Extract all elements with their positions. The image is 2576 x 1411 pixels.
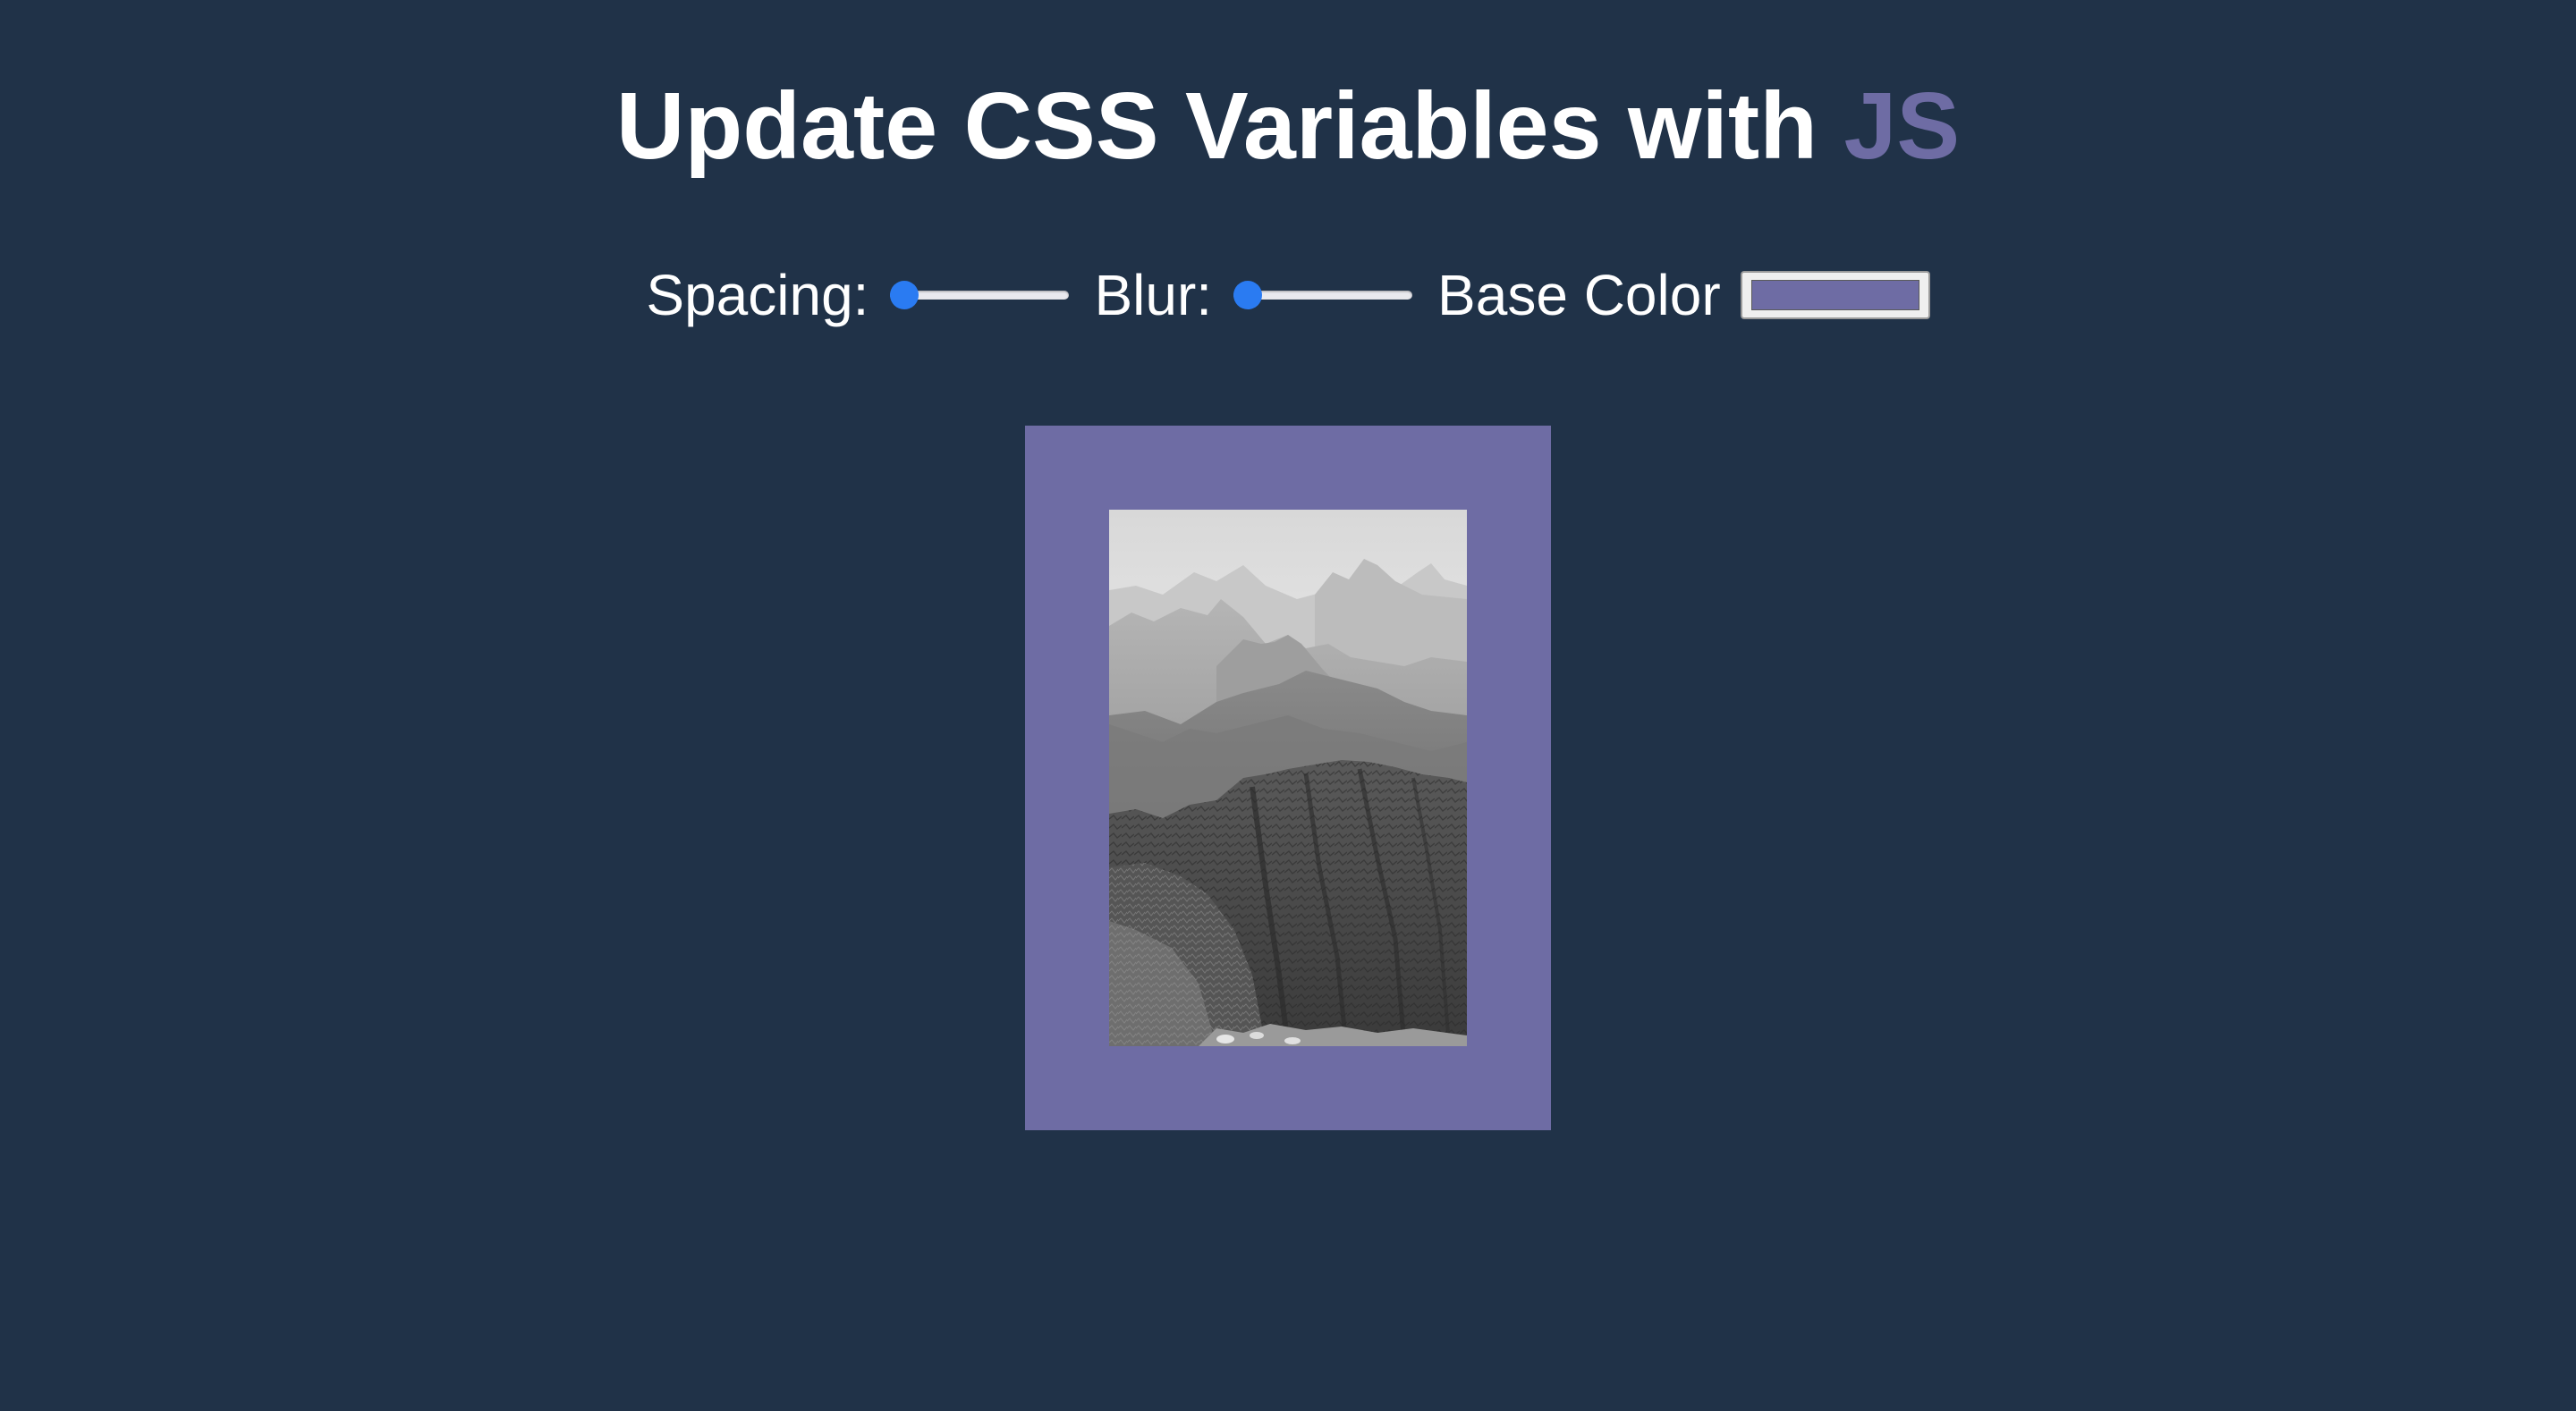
- base-color-label: Base Color: [1437, 263, 1721, 327]
- title-main-text: Update CSS Variables with: [615, 73, 1818, 179]
- spacing-label: Spacing:: [646, 263, 869, 327]
- spacing-slider[interactable]: [890, 277, 1070, 313]
- controls-bar: Spacing: Blur: Base Color: [0, 259, 2576, 331]
- mountain-landscape-image: [1109, 510, 1467, 1046]
- blur-slider-thumb[interactable]: [1233, 281, 1263, 309]
- base-color-chip: [1750, 280, 1919, 310]
- blur-slider[interactable]: [1233, 277, 1413, 313]
- page-title: Update CSS Variables with JS: [0, 68, 2576, 184]
- spacing-slider-thumb[interactable]: [890, 281, 919, 309]
- title-highlight-text: JS: [1843, 73, 1961, 179]
- blur-label: Blur:: [1094, 263, 1213, 327]
- image-frame: [1025, 426, 1551, 1130]
- mountain-photo: [1109, 510, 1467, 1046]
- base-color-picker[interactable]: [1740, 271, 1930, 319]
